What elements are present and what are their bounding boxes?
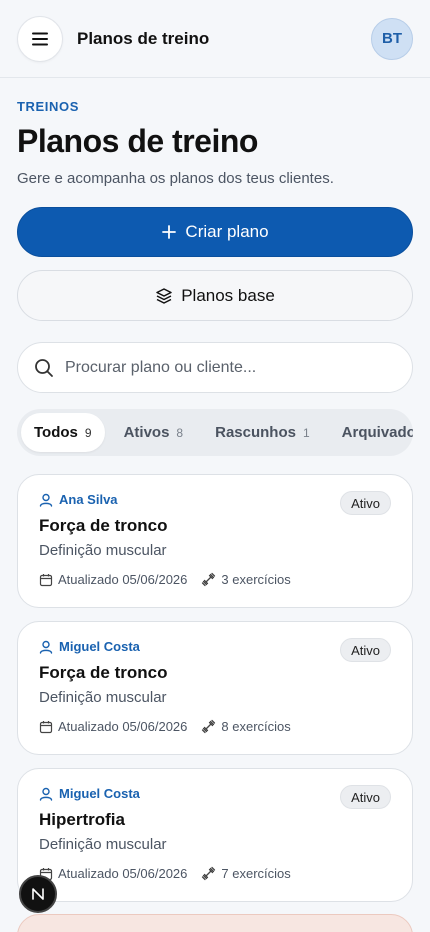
- plan-client[interactable]: Miguel Costa: [39, 786, 391, 801]
- plan-list: Ana Silva Ativo Força de tronco Definiçã…: [17, 474, 413, 902]
- plan-name: Força de tronco: [39, 663, 168, 682]
- plan-goal: Definição muscular: [39, 542, 167, 559]
- filter-tabs: Todos 9 Ativos 8 Rascunhos 1 Arquivados: [17, 409, 413, 456]
- search-icon: [35, 358, 53, 377]
- user-icon: [39, 640, 53, 654]
- plan-goal: Definição muscular: [39, 836, 167, 853]
- tab-todos[interactable]: Todos 9: [21, 413, 105, 452]
- plan-exercises: 8 exercícios: [201, 719, 291, 734]
- plan-card[interactable]: Miguel Costa Ativo Hipertrofia Definição…: [17, 768, 413, 902]
- search-input[interactable]: [65, 358, 396, 377]
- status-badge: Ativo: [340, 491, 391, 515]
- plan-client[interactable]: Ana Silva: [39, 492, 391, 507]
- tab-label: Rascunhos: [215, 424, 296, 441]
- plus-icon: [162, 225, 177, 239]
- dumbbell-icon: [202, 719, 216, 734]
- tab-ativos[interactable]: Ativos 8: [111, 413, 197, 452]
- status-badge: Ativo: [340, 785, 391, 809]
- plan-card[interactable]: Miguel Costa Ativo Força de tronco Defin…: [17, 621, 413, 755]
- tab-count: 8: [176, 425, 184, 440]
- calendar-icon: [39, 573, 53, 586]
- main-content: TREINOS Planos de treino Gere e acompanh…: [0, 99, 430, 902]
- plan-exercises: 3 exercícios: [201, 572, 291, 587]
- base-plans-label: Planos base: [181, 285, 275, 305]
- tab-label: Arquivados: [341, 424, 413, 441]
- tab-arquivados[interactable]: Arquivados: [329, 413, 413, 452]
- tab-count: 1: [302, 425, 310, 440]
- hamburger-icon: [32, 32, 48, 45]
- user-icon: [39, 787, 53, 801]
- top-bar: Planos de treino BT: [0, 0, 430, 78]
- menu-button[interactable]: [17, 15, 63, 62]
- plan-meta: Atualizado 05/06/2026 3 exercícios: [39, 572, 391, 587]
- plan-goal: Definição muscular: [39, 689, 167, 706]
- plan-updated-text: Atualizado 05/06/2026: [58, 719, 188, 734]
- section-eyebrow: TREINOS: [17, 99, 79, 114]
- calendar-icon: [39, 720, 53, 733]
- plan-client-name: Miguel Costa: [59, 786, 140, 801]
- avatar[interactable]: BT: [371, 17, 413, 60]
- plan-updated: Atualizado 05/06/2026: [39, 719, 187, 734]
- create-plan-button[interactable]: Criar plano: [17, 207, 413, 257]
- dumbbell-icon: [202, 866, 216, 881]
- plan-updated-text: Atualizado 05/06/2026: [58, 572, 188, 587]
- create-plan-label: Criar plano: [185, 222, 269, 241]
- framework-badge-icon[interactable]: [19, 875, 57, 913]
- plan-exercises-text: 8 exercícios: [221, 719, 291, 734]
- header-title: Planos de treino: [77, 28, 210, 48]
- plan-client[interactable]: Miguel Costa: [39, 639, 391, 654]
- tab-count: 9: [84, 425, 92, 440]
- layers-icon: [156, 287, 172, 304]
- plan-client-name: Miguel Costa: [59, 639, 140, 654]
- plan-card[interactable]: Ana Silva Ativo Força de tronco Definiçã…: [17, 474, 413, 608]
- plan-updated: Atualizado 05/06/2026: [39, 572, 187, 587]
- page-title: Planos de treino: [17, 123, 258, 159]
- base-plans-button[interactable]: Planos base: [17, 270, 413, 321]
- page-subtitle: Gere e acompanha os planos dos teus clie…: [17, 170, 334, 187]
- plan-exercises-text: 3 exercícios: [221, 572, 291, 587]
- plan-name: Hipertrofia: [39, 810, 125, 829]
- tab-rascunhos[interactable]: Rascunhos 1: [202, 413, 323, 452]
- plan-exercises-text: 7 exercícios: [221, 866, 291, 881]
- tab-label: Ativos: [123, 424, 170, 441]
- plan-updated-text: Atualizado 05/06/2026: [58, 866, 188, 881]
- dumbbell-icon: [202, 572, 216, 587]
- plan-client-name: Ana Silva: [59, 492, 118, 507]
- user-icon: [39, 493, 53, 507]
- plan-exercises: 7 exercícios: [201, 866, 291, 881]
- plan-updated: Atualizado 05/06/2026: [39, 866, 187, 881]
- search-box[interactable]: [17, 342, 413, 393]
- plan-meta: Atualizado 05/06/2026 8 exercícios: [39, 719, 391, 734]
- plan-card-partial[interactable]: [17, 914, 413, 932]
- n-logo-icon: [32, 888, 44, 900]
- plan-name: Força de tronco: [39, 516, 168, 535]
- status-badge: Ativo: [340, 638, 391, 662]
- page: Planos de treino BT TREINOS Planos de tr…: [0, 0, 430, 932]
- plan-meta: Atualizado 05/06/2026 7 exercícios: [39, 866, 391, 881]
- tab-label: Todos: [34, 424, 78, 441]
